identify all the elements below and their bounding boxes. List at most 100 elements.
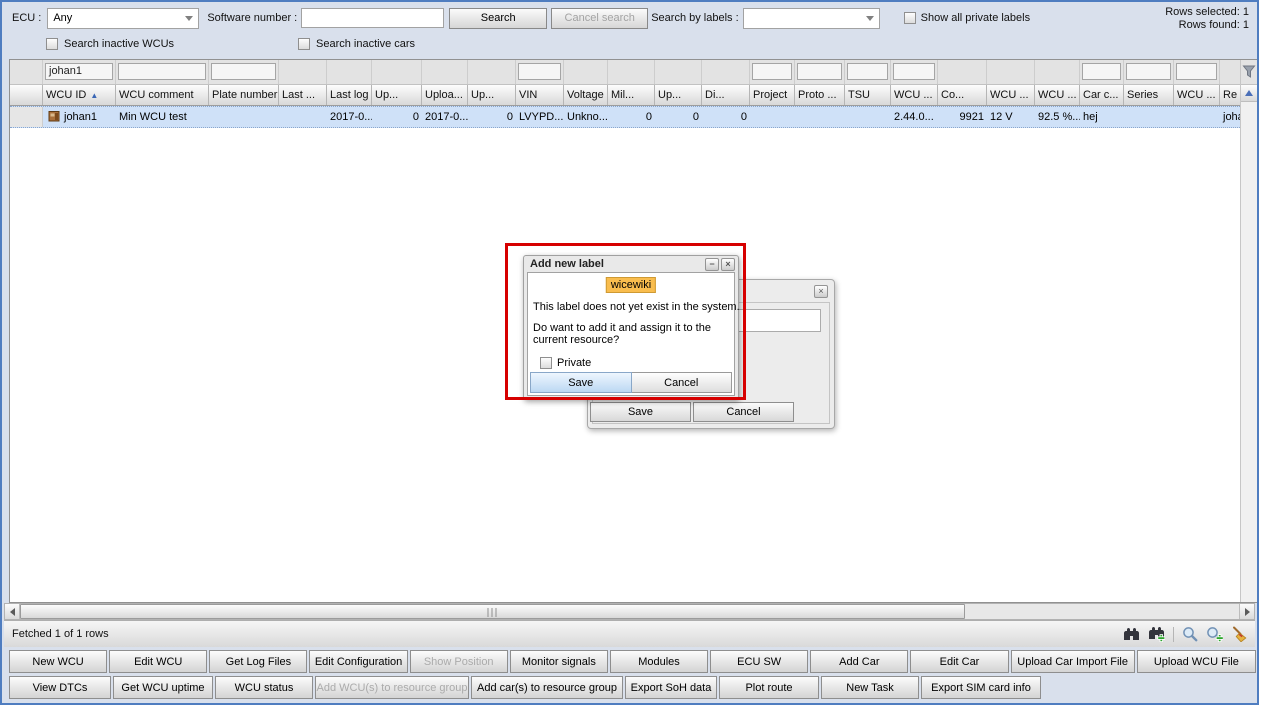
cancel-search-button: Cancel search xyxy=(551,8,648,29)
save-button[interactable]: Save xyxy=(590,402,691,422)
column-filter-input[interactable] xyxy=(518,63,561,80)
new-task-button[interactable]: New Task xyxy=(821,676,919,699)
edit-car-button[interactable]: Edit Car xyxy=(910,650,1008,673)
table-row[interactable]: johan1Min WCU test2017-0...02017-0...0LV… xyxy=(10,106,1240,128)
row-cell xyxy=(750,107,795,127)
column-header[interactable]: Up... xyxy=(372,85,422,105)
get-wcu-uptime-button[interactable]: Get WCU uptime xyxy=(113,676,213,699)
edit-configuration-button[interactable]: Edit Configuration xyxy=(309,650,407,673)
row-cell-value: Unkno... xyxy=(567,111,608,123)
private-checkbox[interactable] xyxy=(540,357,552,369)
column-header[interactable]: VIN xyxy=(516,85,564,105)
row-cell-value: 0 xyxy=(413,111,419,123)
column-header[interactable]: TSU xyxy=(845,85,891,105)
plot-route-button[interactable]: Plot route xyxy=(719,676,819,699)
minimize-icon[interactable]: − xyxy=(705,258,719,271)
zoom-icon[interactable] xyxy=(1182,626,1198,642)
row-header-corner xyxy=(10,85,43,105)
column-header[interactable]: Uploa... xyxy=(422,85,468,105)
column-filter-input[interactable] xyxy=(1176,63,1217,80)
column-header[interactable]: Last log xyxy=(327,85,372,105)
column-header[interactable]: Voltage xyxy=(564,85,608,105)
search-by-labels-label: Search by labels : xyxy=(651,12,738,24)
find-add-icon[interactable] xyxy=(1148,626,1165,642)
column-header[interactable]: WCU ... xyxy=(1035,85,1080,105)
new-wcu-button[interactable]: New WCU xyxy=(9,650,107,673)
row-cell-value: 2.44.0... xyxy=(894,111,934,123)
filter-cell xyxy=(891,60,938,84)
column-filter-input[interactable] xyxy=(211,63,276,80)
clear-icon[interactable] xyxy=(1231,626,1247,642)
column-header[interactable]: WCU ... xyxy=(987,85,1035,105)
view-dtcs-button[interactable]: View DTCs xyxy=(9,676,111,699)
close-icon[interactable]: × xyxy=(721,258,735,271)
export-sim-card-info-button[interactable]: Export SIM card info xyxy=(921,676,1041,699)
software-number-input[interactable] xyxy=(301,8,444,28)
filter-cell xyxy=(608,60,655,84)
scrollbar-thumb[interactable] xyxy=(20,604,965,619)
add-car-s-to-resource-group-button[interactable]: Add car(s) to resource group xyxy=(471,676,623,699)
scroll-right-button[interactable] xyxy=(1239,604,1254,619)
column-header[interactable]: WCU ... xyxy=(891,85,938,105)
column-header[interactable]: Last ... xyxy=(279,85,327,105)
search-button[interactable]: Search xyxy=(449,8,547,29)
get-log-files-button[interactable]: Get Log Files xyxy=(209,650,307,673)
column-filter-input[interactable] xyxy=(752,63,792,80)
row-cell: Unkno... xyxy=(564,107,608,127)
cancel-button[interactable]: Cancel xyxy=(693,402,794,422)
column-header[interactable]: Di... xyxy=(702,85,750,105)
export-soh-data-button[interactable]: Export SoH data xyxy=(625,676,717,699)
scroll-up-button[interactable] xyxy=(1241,85,1257,102)
column-header[interactable]: Up... xyxy=(655,85,702,105)
column-header[interactable]: WCU ... xyxy=(1174,85,1220,105)
show-all-private-labels-checkbox[interactable] xyxy=(904,12,916,24)
chevron-down-icon xyxy=(866,16,874,21)
ecu-sw-button[interactable]: ECU SW xyxy=(710,650,808,673)
column-header[interactable]: Proto ... xyxy=(795,85,845,105)
upload-car-import-file-button[interactable]: Upload Car Import File xyxy=(1011,650,1135,673)
scroll-left-button[interactable] xyxy=(5,604,20,619)
row-header-cell xyxy=(10,107,43,127)
add-car-button[interactable]: Add Car xyxy=(810,650,908,673)
arrow-left-icon xyxy=(10,608,15,616)
column-header[interactable]: Up... xyxy=(468,85,516,105)
column-header-label: WCU ID xyxy=(46,89,86,101)
column-header[interactable]: Mil... xyxy=(608,85,655,105)
column-filter-input[interactable] xyxy=(847,63,888,80)
row-cell: 0 xyxy=(372,107,422,127)
modules-button[interactable]: Modules xyxy=(610,650,708,673)
column-filter-input[interactable]: johan1 xyxy=(45,63,113,80)
column-header[interactable]: Re xyxy=(1220,85,1240,105)
column-filter-input[interactable] xyxy=(118,63,206,80)
save-button[interactable]: Save xyxy=(530,372,632,393)
column-header[interactable]: Co... xyxy=(938,85,987,105)
wcu-status-button[interactable]: WCU status xyxy=(215,676,313,699)
column-filter-input[interactable] xyxy=(1126,63,1171,80)
search-inactive-cars-checkbox[interactable] xyxy=(298,38,310,50)
find-icon[interactable] xyxy=(1123,627,1140,642)
filter-funnel-corner[interactable] xyxy=(1241,60,1257,85)
column-header-label: WCU ... xyxy=(1038,89,1077,101)
upload-wcu-file-button[interactable]: Upload WCU File xyxy=(1137,650,1256,673)
column-header[interactable]: Project xyxy=(750,85,795,105)
horizontal-scrollbar[interactable] xyxy=(4,603,1255,620)
column-filter-input[interactable] xyxy=(893,63,935,80)
column-header[interactable]: WCU ID▲ xyxy=(43,85,116,105)
column-header[interactable]: Series xyxy=(1124,85,1174,105)
column-filter-input[interactable] xyxy=(797,63,842,80)
column-filter-input[interactable] xyxy=(1082,63,1121,80)
vertical-scrollbar[interactable] xyxy=(1240,60,1257,602)
column-header[interactable]: Plate number xyxy=(209,85,279,105)
close-icon[interactable]: × xyxy=(814,285,828,298)
column-header[interactable]: Car c... xyxy=(1080,85,1124,105)
filter-cell xyxy=(116,60,209,84)
search-inactive-wcus-checkbox[interactable] xyxy=(46,38,58,50)
column-header[interactable]: WCU comment xyxy=(116,85,209,105)
monitor-signals-button[interactable]: Monitor signals xyxy=(510,650,608,673)
row-cell: Min WCU test xyxy=(116,107,209,127)
zoom-add-icon[interactable] xyxy=(1206,626,1223,642)
edit-wcu-button[interactable]: Edit WCU xyxy=(109,650,207,673)
labels-select[interactable] xyxy=(743,8,880,29)
cancel-button[interactable]: Cancel xyxy=(632,372,733,393)
ecu-select[interactable]: Any xyxy=(47,8,199,29)
